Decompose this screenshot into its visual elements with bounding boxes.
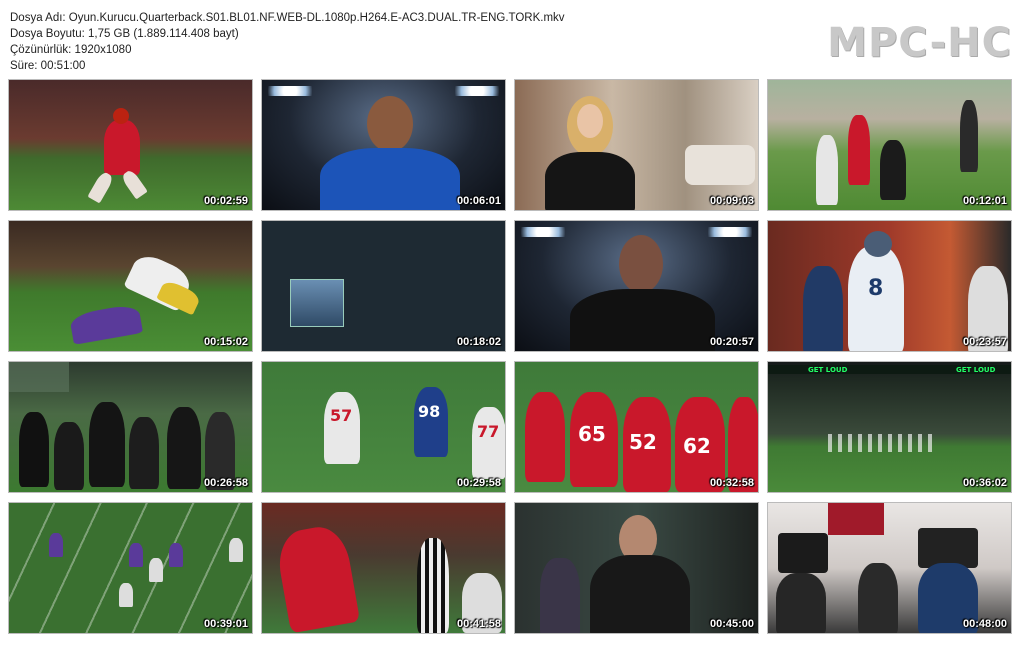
jersey-number: 8 — [868, 276, 884, 301]
timestamp: 00:41:58 — [456, 618, 501, 630]
timestamp: 00:15:02 — [203, 336, 248, 348]
thumbnail-12: GET LOUD GET LOUD 00:36:02 — [767, 361, 1012, 493]
jersey-number: 98 — [418, 402, 441, 421]
thumbnail-4: 00:12:01 — [767, 79, 1012, 211]
thumbnail-grid: 00:02:59 00:06:01 00:09:03 00:12:01 00:1… — [8, 79, 1012, 634]
thumbnail-3: 00:09:03 — [514, 79, 759, 211]
resolution: Çözünürlük: 1920x1080 — [10, 44, 132, 56]
timestamp: 00:06:01 — [456, 195, 501, 207]
timestamp: 00:18:02 — [456, 336, 501, 348]
jersey-number: 65 — [578, 422, 606, 446]
thumbnail-15: 00:45:00 — [514, 502, 759, 634]
timestamp: 00:48:00 — [962, 618, 1007, 630]
timestamp: 00:26:58 — [203, 477, 248, 489]
thumbnail-2: 00:06:01 — [261, 79, 506, 211]
thumbnail-6: 00:18:02 — [261, 220, 506, 352]
timestamp: 00:36:02 — [962, 477, 1007, 489]
timestamp: 00:45:00 — [709, 618, 754, 630]
stadium-banner: GET LOUD — [808, 366, 848, 374]
file-name: Dosya Adı: Oyun.Kurucu.Quarterback.S01.B… — [10, 12, 565, 24]
timestamp: 00:23:57 — [962, 336, 1007, 348]
thumbnail-7: 00:20:57 — [514, 220, 759, 352]
timestamp: 00:20:57 — [709, 336, 754, 348]
jersey-number: 77 — [477, 422, 500, 441]
duration: Süre: 00:51:00 — [10, 60, 86, 72]
timestamp: 00:39:01 — [203, 618, 248, 630]
stadium-banner: GET LOUD — [956, 366, 996, 374]
thumbnail-16: 00:48:00 — [767, 502, 1012, 634]
mpc-hc-logo: MPC-HC — [827, 20, 1012, 66]
jersey-number: 52 — [629, 430, 657, 454]
thumbnail-13: 00:39:01 — [8, 502, 253, 634]
jersey-number: 57 — [330, 406, 353, 425]
file-info: Dosya Adı: Oyun.Kurucu.Quarterback.S01.B… — [10, 10, 565, 74]
timestamp: 00:02:59 — [203, 195, 248, 207]
thumbnail-14: 00:41:58 — [261, 502, 506, 634]
timestamp: 00:29:58 — [456, 477, 501, 489]
thumbnail-10: 57 98 77 00:29:58 — [261, 361, 506, 493]
thumbnail-8: 8 00:23:57 — [767, 220, 1012, 352]
timestamp: 00:32:58 — [709, 477, 754, 489]
thumbnail-11: 65 52 62 00:32:58 — [514, 361, 759, 493]
timestamp: 00:09:03 — [709, 195, 754, 207]
thumbnail-1: 00:02:59 — [8, 79, 253, 211]
timestamp: 00:12:01 — [962, 195, 1007, 207]
thumbnail-5: 00:15:02 — [8, 220, 253, 352]
thumbnail-9: 00:26:58 — [8, 361, 253, 493]
jersey-number: 62 — [683, 434, 711, 458]
file-size: Dosya Boyutu: 1,75 GB (1.889.114.408 bay… — [10, 28, 239, 40]
